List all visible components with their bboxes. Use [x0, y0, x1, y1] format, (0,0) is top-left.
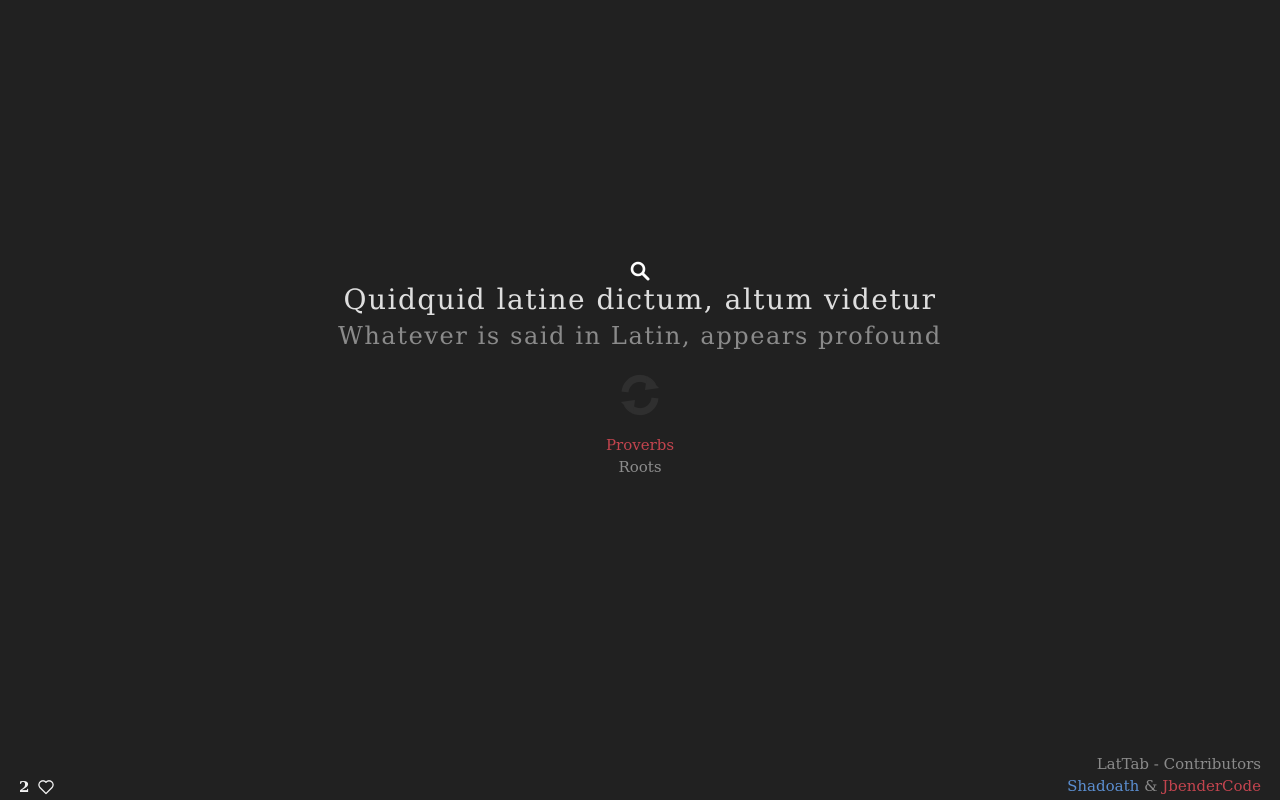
refresh-icon: [621, 374, 659, 416]
heart-icon[interactable]: [37, 779, 55, 795]
contributor-jbendercode-link[interactable]: JbenderCode: [1162, 777, 1261, 795]
latin-quote: Quidquid latine dictum, altum videtur: [343, 283, 937, 316]
category-roots[interactable]: Roots: [0, 458, 1280, 476]
search-icon: [630, 261, 650, 281]
contributors-line: Shadoath & JbenderCode: [1067, 775, 1261, 797]
credits: LatTab - Contributors Shadoath & Jbender…: [1067, 753, 1261, 797]
likes-count: 2: [19, 778, 30, 796]
category-proverbs[interactable]: Proverbs: [0, 436, 1280, 454]
search-button[interactable]: [629, 260, 651, 282]
contributor-separator: &: [1144, 777, 1158, 795]
refresh-button[interactable]: [617, 372, 663, 418]
credits-title: LatTab - Contributors: [1096, 755, 1261, 773]
likes-counter: 2: [19, 777, 55, 797]
contributor-shadoath-link[interactable]: Shadoath: [1067, 777, 1139, 795]
quote-translation: Whatever is said in Latin, appears profo…: [338, 322, 942, 350]
